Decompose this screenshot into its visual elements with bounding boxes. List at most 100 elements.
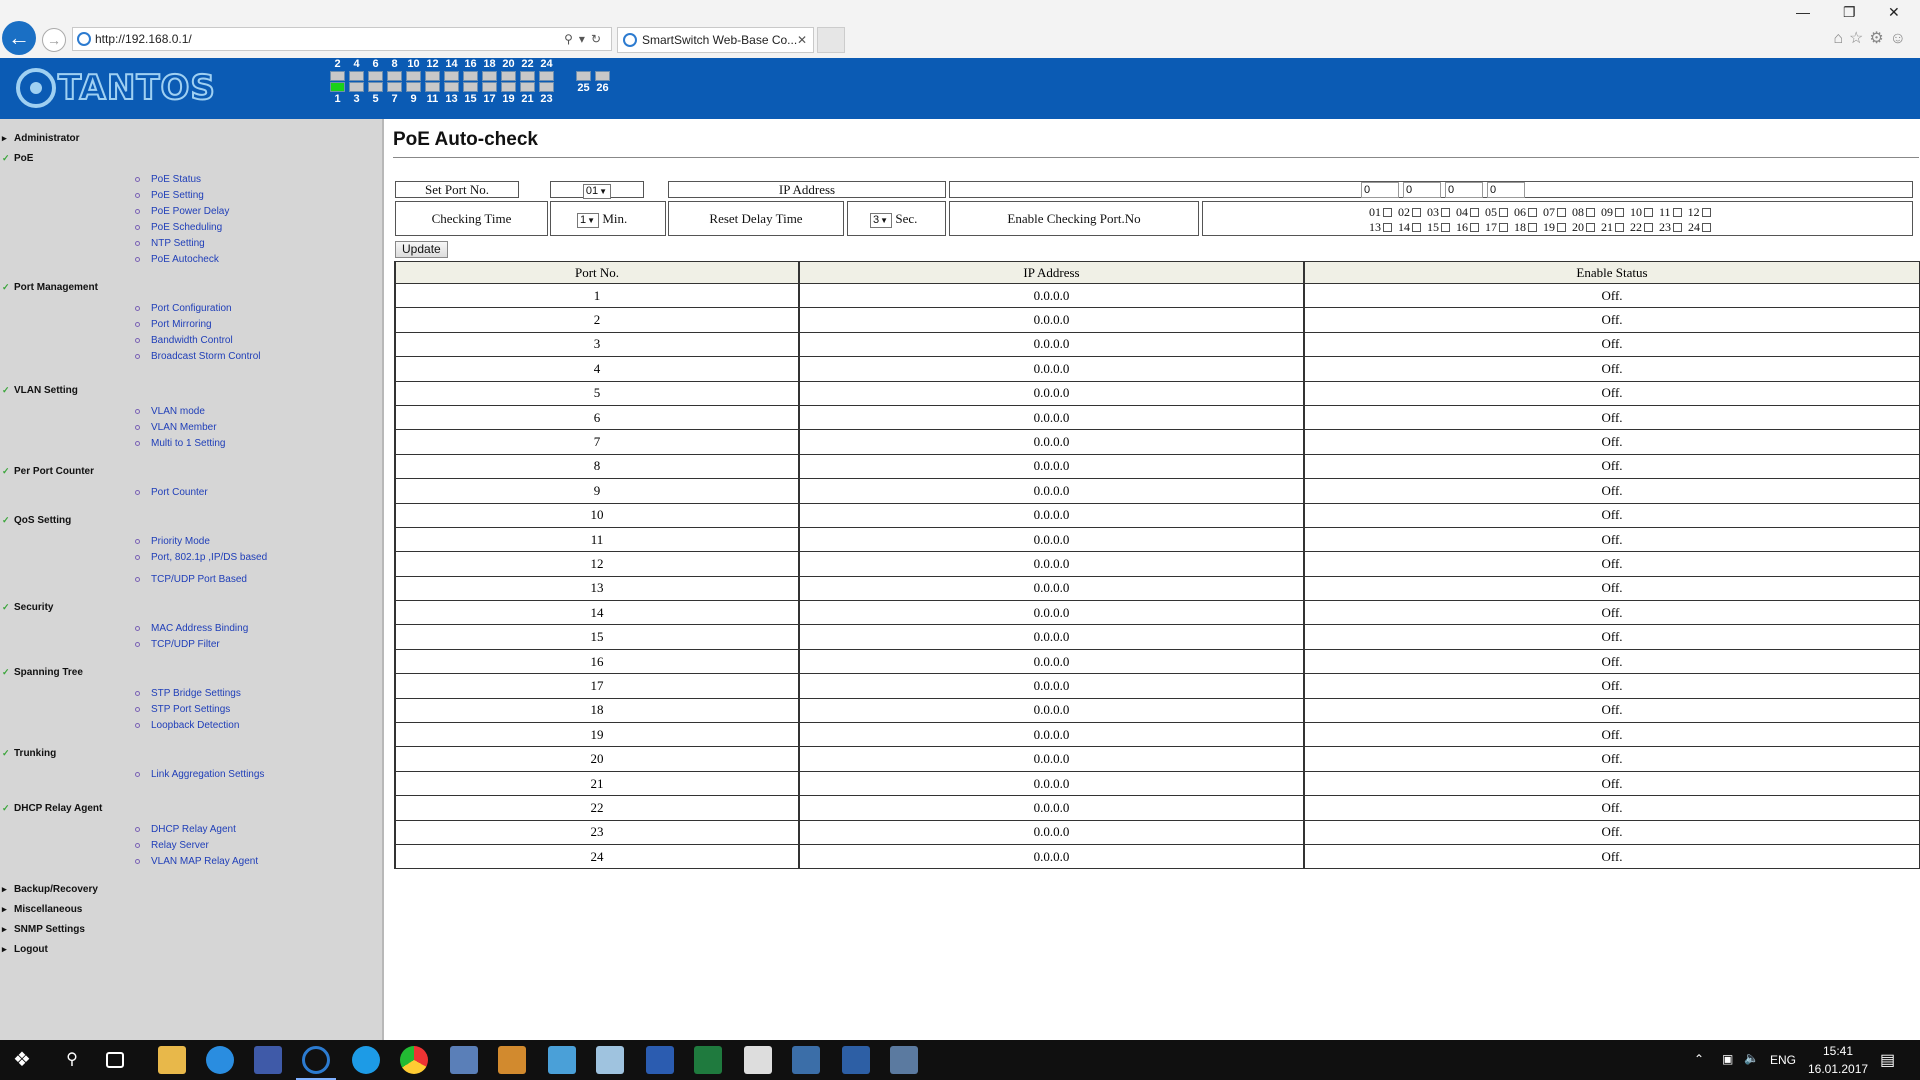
- port-checkbox-item[interactable]: 08: [1572, 205, 1601, 219]
- sidebar-item[interactable]: Port, 802.1p ,IP/DS based: [135, 552, 271, 563]
- calculator-icon[interactable]: [744, 1046, 772, 1074]
- powershell-icon[interactable]: [842, 1046, 870, 1074]
- minimize-button[interactable]: —: [1796, 4, 1810, 20]
- port-led[interactable]: [387, 71, 402, 81]
- sidebar-section[interactable]: ✓ Per Port Counter: [2, 466, 94, 477]
- nl-app-icon[interactable]: [792, 1046, 820, 1074]
- sidebar-section[interactable]: ✓ Port Management: [2, 282, 98, 293]
- task-view-icon[interactable]: [106, 1052, 124, 1068]
- sidebar-item[interactable]: Port Mirroring: [135, 319, 271, 330]
- update-button[interactable]: Update: [395, 241, 448, 258]
- sidebar-item[interactable]: TCP/UDP Port Based: [135, 574, 271, 585]
- sidebar-item[interactable]: Link Aggregation Settings: [135, 769, 271, 780]
- sidebar-section[interactable]: ✓ PoE: [2, 153, 33, 164]
- teamviewer-icon[interactable]: [206, 1046, 234, 1074]
- port-checkbox[interactable]: [1499, 208, 1508, 217]
- excel-icon[interactable]: [694, 1046, 722, 1074]
- language-indicator[interactable]: ENG: [1770, 1053, 1796, 1067]
- port-checkbox-item[interactable]: 20: [1572, 220, 1601, 234]
- port-checkbox-item[interactable]: 10: [1630, 205, 1659, 219]
- port-checkbox[interactable]: [1470, 223, 1479, 232]
- address-bar[interactable]: http://192.168.0.1/ ⚲▾↻: [72, 27, 612, 51]
- port-led[interactable]: [576, 71, 591, 81]
- ip-octet-2[interactable]: 0: [1403, 182, 1441, 198]
- port-checkbox[interactable]: [1615, 208, 1624, 217]
- sidebar-section[interactable]: ✓ VLAN Setting: [2, 385, 78, 396]
- port-led[interactable]: [406, 82, 421, 92]
- port-led[interactable]: [539, 71, 554, 81]
- new-tab-button[interactable]: [817, 27, 845, 53]
- close-tab-icon[interactable]: ✕: [797, 28, 807, 52]
- port-checkbox-item[interactable]: 07: [1543, 205, 1572, 219]
- sidebar-item[interactable]: VLAN MAP Relay Agent: [135, 856, 271, 867]
- port-led[interactable]: [368, 82, 383, 92]
- port-checkbox[interactable]: [1615, 223, 1624, 232]
- port-checkbox-item[interactable]: 19: [1543, 220, 1572, 234]
- port-led[interactable]: [330, 82, 345, 92]
- sidebar-item[interactable]: STP Port Settings: [135, 704, 271, 715]
- notepad-icon[interactable]: [596, 1046, 624, 1074]
- volume-icon[interactable]: 🔈: [1744, 1051, 1759, 1065]
- port-led[interactable]: [349, 71, 364, 81]
- internet-explorer-icon[interactable]: [302, 1046, 330, 1074]
- clock-time[interactable]: 15:41: [1808, 1044, 1868, 1058]
- port-checkbox[interactable]: [1383, 223, 1392, 232]
- sidebar-item[interactable]: PoE Scheduling: [135, 222, 271, 233]
- port-checkbox[interactable]: [1412, 208, 1421, 217]
- port-led[interactable]: [444, 82, 459, 92]
- sidebar-item[interactable]: Relay Server: [135, 840, 271, 851]
- sidebar-section[interactable]: ▸ Administrator: [2, 133, 80, 144]
- sidebar-item[interactable]: PoE Status: [135, 174, 271, 185]
- port-checkbox[interactable]: [1673, 223, 1682, 232]
- skype-icon[interactable]: [352, 1046, 380, 1074]
- port-checkbox-item[interactable]: 13: [1369, 220, 1398, 234]
- sidebar-item[interactable]: STP Bridge Settings: [135, 688, 271, 699]
- port-led[interactable]: [349, 82, 364, 92]
- port-led[interactable]: [501, 71, 516, 81]
- port-led[interactable]: [463, 82, 478, 92]
- port-led[interactable]: [444, 71, 459, 81]
- port-checkbox-item[interactable]: 23: [1659, 220, 1688, 234]
- sidebar-item[interactable]: Bandwidth Control: [135, 335, 271, 346]
- search-refresh-icons[interactable]: ⚲▾↻: [564, 28, 607, 50]
- tray-chevron-icon[interactable]: ⌃: [1694, 1052, 1704, 1066]
- set-port-select[interactable]: 01▼: [582, 184, 612, 199]
- port-led[interactable]: [368, 71, 383, 81]
- port-checkbox-item[interactable]: 02: [1398, 205, 1427, 219]
- windows-start-icon[interactable]: ❖: [8, 1046, 36, 1074]
- sidebar-item[interactable]: Loopback Detection: [135, 720, 271, 731]
- sidebar-item[interactable]: Priority Mode: [135, 536, 271, 547]
- port-checkbox[interactable]: [1702, 223, 1711, 232]
- port-checkbox[interactable]: [1441, 223, 1450, 232]
- word-icon[interactable]: [646, 1046, 674, 1074]
- file-explorer-icon[interactable]: [158, 1046, 186, 1074]
- port-checkbox[interactable]: [1672, 208, 1682, 217]
- ip-octet-4[interactable]: 0: [1487, 182, 1525, 198]
- port-checkbox-item[interactable]: 03: [1427, 205, 1456, 219]
- port-led[interactable]: [463, 71, 478, 81]
- port-checkbox[interactable]: [1586, 223, 1595, 232]
- port-led[interactable]: [501, 82, 516, 92]
- sidebar-item[interactable]: Broadcast Storm Control: [135, 351, 271, 362]
- port-checkbox-item[interactable]: 17: [1485, 220, 1514, 234]
- port-checkbox[interactable]: [1441, 208, 1450, 217]
- port-checkbox[interactable]: [1528, 223, 1537, 232]
- port-checkbox-item[interactable]: 12: [1688, 205, 1717, 219]
- sidebar-item[interactable]: PoE Setting: [135, 190, 271, 201]
- sidebar-section[interactable]: ✓ Trunking: [2, 748, 56, 759]
- ip-octet-1[interactable]: 0: [1361, 182, 1399, 198]
- reset-delay-select[interactable]: 3▼: [870, 213, 893, 228]
- port-checkbox-item[interactable]: 05: [1485, 205, 1514, 219]
- port-checkbox-item[interactable]: 16: [1456, 220, 1485, 234]
- clock-date[interactable]: 16.01.2017: [1808, 1062, 1868, 1076]
- port-checkbox[interactable]: [1586, 208, 1595, 217]
- sidebar-item[interactable]: PoE Autocheck: [135, 254, 271, 265]
- port-checkbox-item[interactable]: 22: [1630, 220, 1659, 234]
- port-led[interactable]: [595, 71, 610, 81]
- restore-button[interactable]: ❐: [1843, 4, 1856, 21]
- port-checkbox-item[interactable]: 15: [1427, 220, 1456, 234]
- save-app-icon[interactable]: [254, 1046, 282, 1074]
- sidebar-section[interactable]: ▸ Backup/Recovery: [2, 884, 98, 895]
- sidebar-section[interactable]: ▸ Logout: [2, 944, 48, 955]
- port-checkbox-item[interactable]: 18: [1514, 220, 1543, 234]
